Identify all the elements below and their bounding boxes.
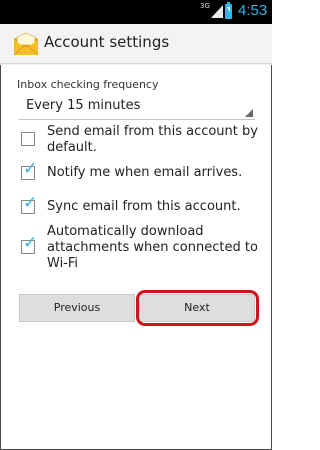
checkbox-notify[interactable]: ✓: [21, 161, 37, 180]
option-label: Notify me when email arrives.: [47, 165, 243, 180]
spinner-arrow-icon: [245, 109, 253, 117]
checkbox-auto-download[interactable]: ✓: [21, 235, 37, 254]
page-title: Account settings: [44, 33, 170, 51]
frequency-value: Every 15 minutes: [26, 98, 141, 113]
option-send-default[interactable]: Send email from this account by default.: [0, 124, 272, 158]
network-type-label: 3G: [200, 2, 210, 10]
checkbox-send-default[interactable]: [21, 132, 35, 146]
check-icon: ✓: [23, 159, 38, 179]
check-icon: ✓: [23, 233, 38, 253]
battery-charging-icon: [225, 2, 232, 19]
previous-button[interactable]: Previous: [19, 294, 135, 322]
action-bar-shadow: [0, 63, 272, 65]
next-button-highlight: [136, 290, 259, 326]
option-label: Sync email from this account.: [47, 199, 241, 214]
email-app-icon[interactable]: [13, 31, 39, 57]
option-sync[interactable]: ✓ Sync email from this account.: [0, 195, 272, 216]
status-clock: 4:53: [238, 2, 268, 19]
option-label: Automatically download attachments when …: [47, 224, 258, 271]
option-label: Send email from this account by default.: [47, 124, 258, 155]
checkbox-sync[interactable]: ✓: [21, 195, 37, 214]
status-bar: 3G 4:53: [0, 0, 272, 24]
frequency-label: Inbox checking frequency: [17, 78, 159, 91]
option-notify[interactable]: ✓ Notify me when email arrives.: [0, 161, 272, 182]
signal-strength-icon: [211, 5, 223, 18]
option-auto-download[interactable]: ✓ Automatically download attachments whe…: [0, 224, 272, 274]
frequency-spinner[interactable]: Every 15 minutes: [19, 95, 255, 120]
check-icon: ✓: [23, 193, 38, 213]
